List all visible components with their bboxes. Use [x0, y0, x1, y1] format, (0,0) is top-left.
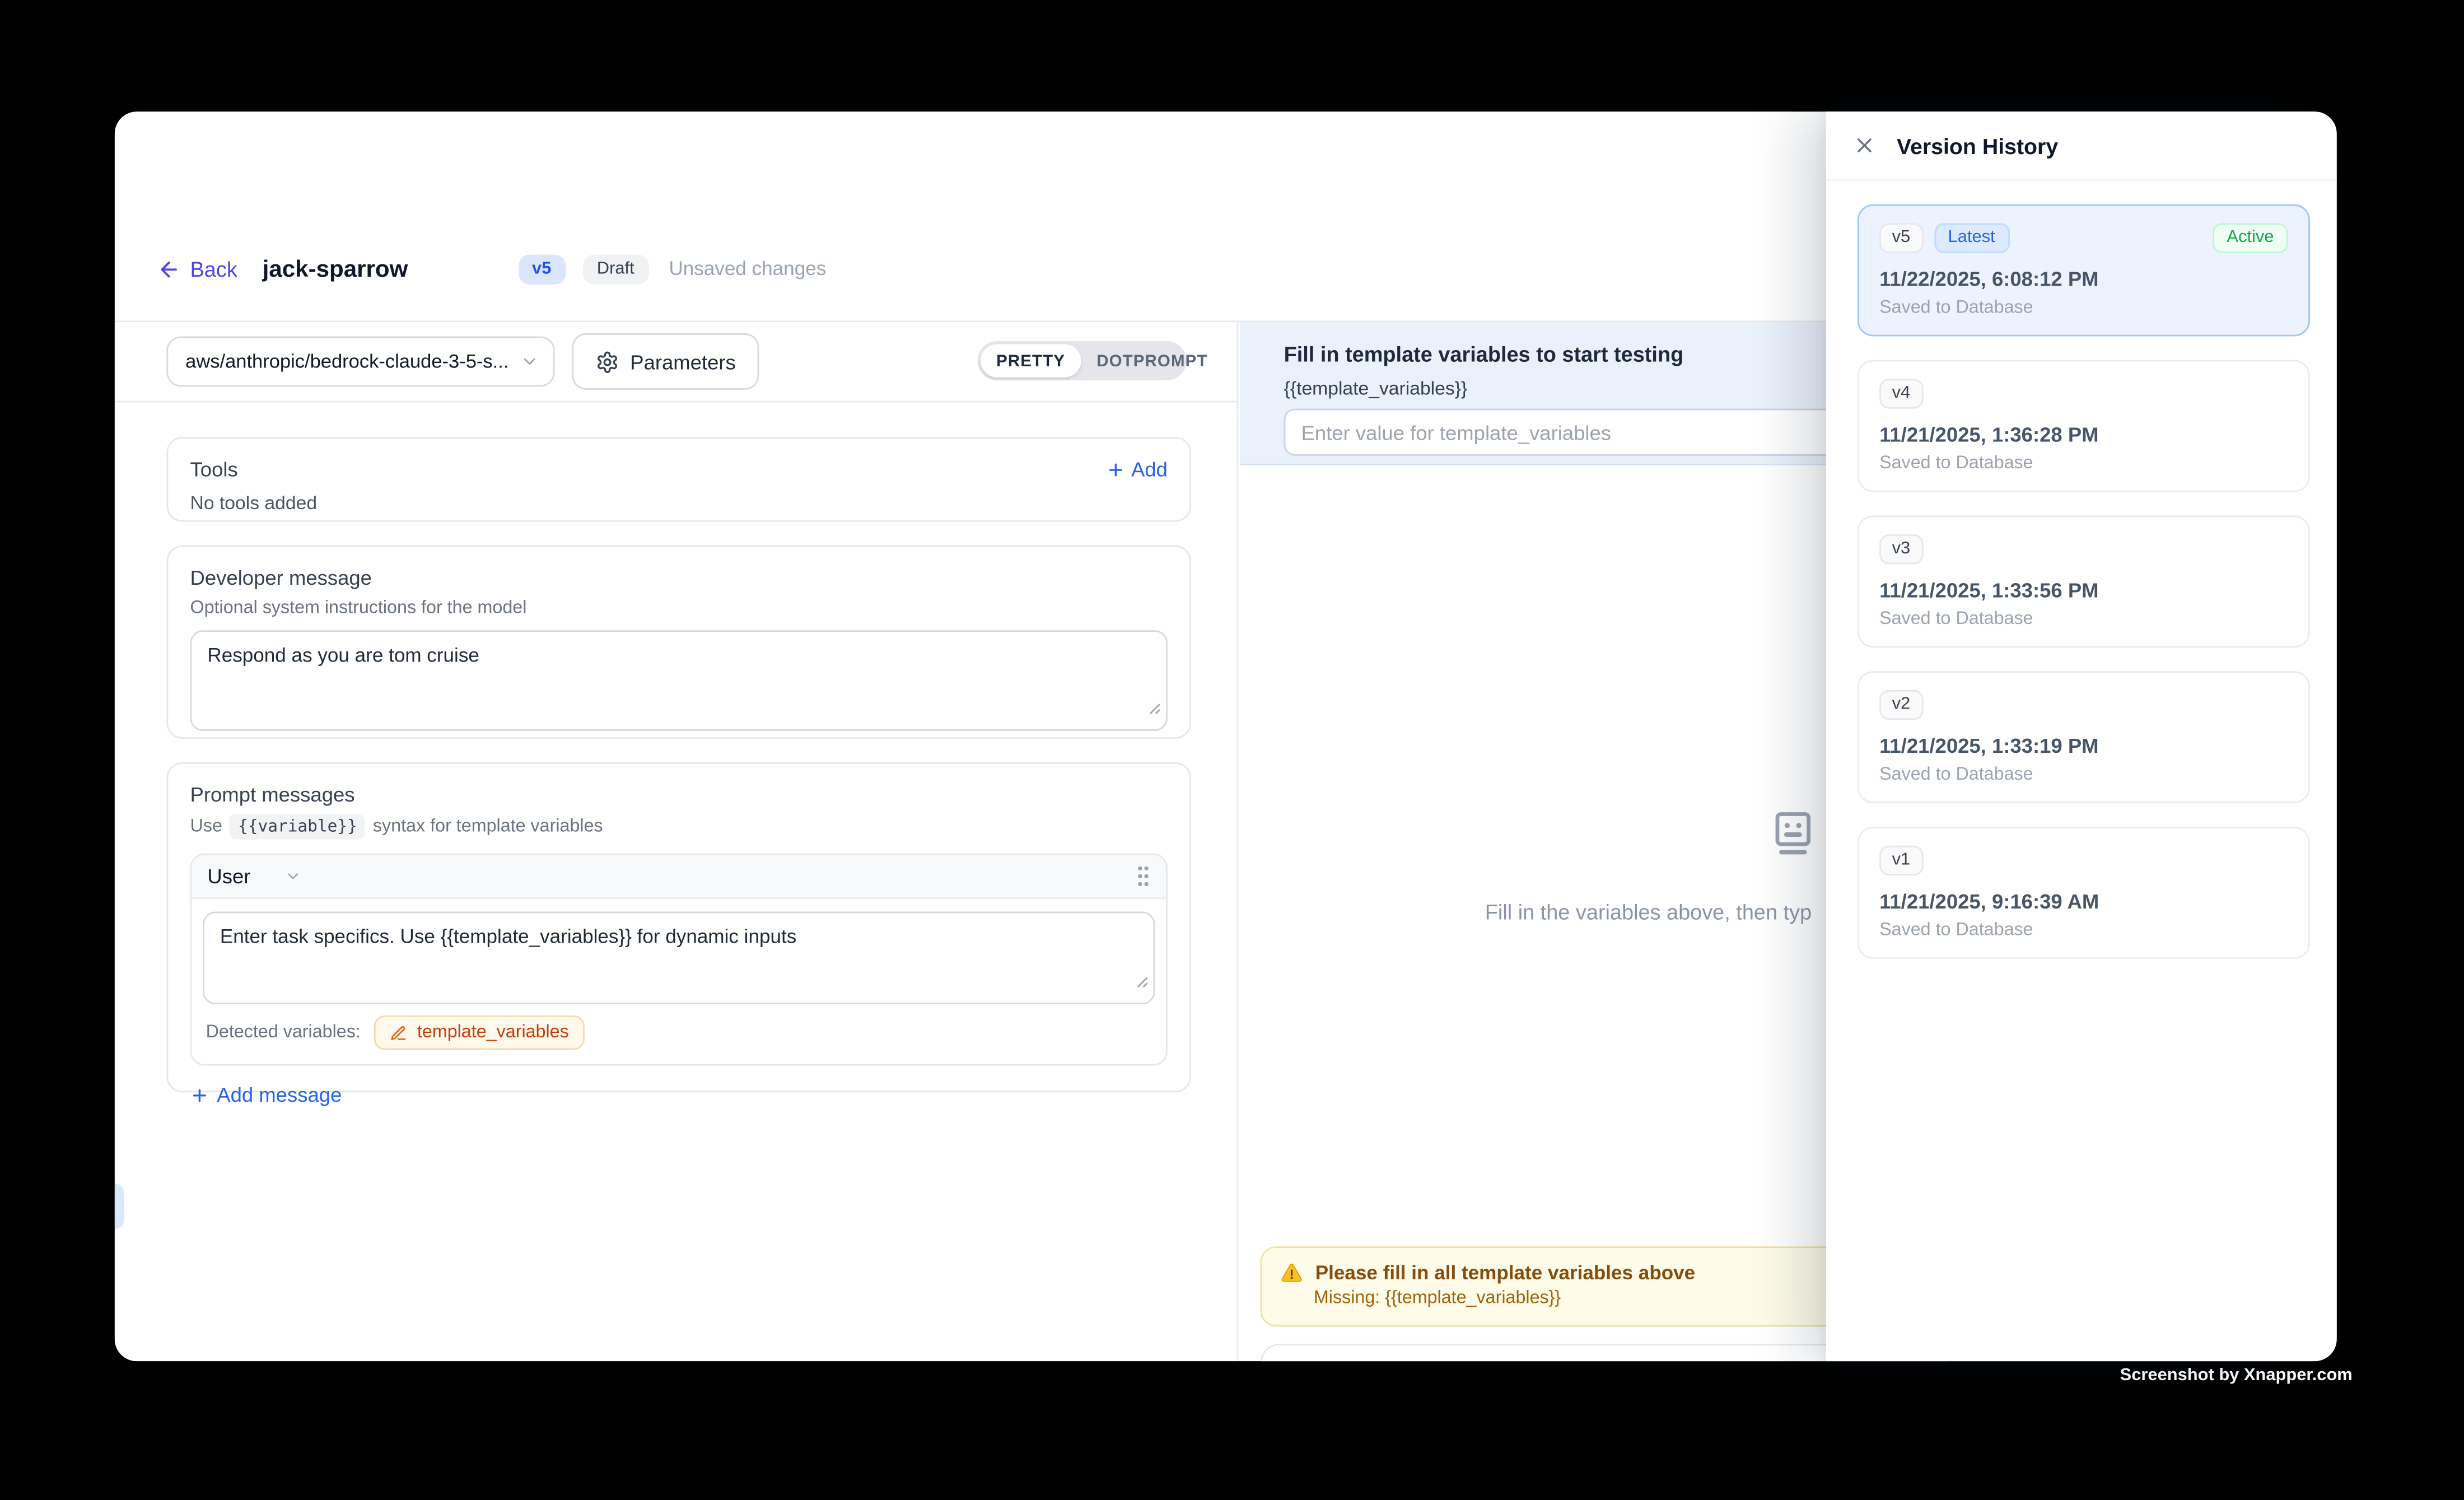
plus-icon	[190, 1086, 209, 1105]
version-badge: v5	[518, 254, 566, 283]
detected-variables-label: Detected variables:	[206, 1023, 361, 1042]
active-badge: Active	[2213, 223, 2288, 253]
status-badge: Draft	[583, 254, 648, 283]
format-toggle-pretty[interactable]: PRETTY	[981, 344, 1081, 378]
add-tool-button[interactable]: Add	[1106, 458, 1168, 481]
chevron-down-icon	[520, 352, 539, 371]
version-timestamp: 11/21/2025, 1:33:19 PM	[1879, 734, 2288, 757]
version-status: Saved to Database	[1879, 766, 2288, 785]
parameters-button[interactable]: Parameters	[572, 333, 759, 390]
empty-state-text: Fill in the variables above, then typ	[1485, 901, 1812, 924]
unsaved-changes-label: Unsaved changes	[669, 258, 826, 279]
hint-prefix: Use	[190, 817, 222, 836]
warning-title: Please fill in all template variables ab…	[1315, 1262, 1695, 1284]
arrow-left-icon	[157, 257, 181, 281]
tools-card: Tools Add No tools added	[166, 437, 1191, 522]
pencil-icon	[390, 1024, 408, 1041]
version-chip: v4	[1879, 379, 1923, 408]
gear-icon	[596, 350, 619, 373]
version-timestamp: 11/21/2025, 1:33:56 PM	[1879, 579, 2288, 602]
format-toggle-dotprompt[interactable]: DOTPROMPT	[1081, 344, 1223, 378]
parameters-label: Parameters	[630, 350, 736, 373]
version-timestamp: 11/22/2025, 6:08:12 PM	[1879, 267, 2288, 291]
version-chip: v1	[1879, 846, 1923, 875]
tools-title: Tools	[190, 458, 238, 481]
editor-pane: aws/anthropic/bedrock-claude-3-5-s... Pa…	[115, 322, 1238, 1361]
version-status: Saved to Database	[1879, 610, 2288, 629]
hint-suffix: syntax for template variables	[373, 817, 603, 836]
chevron-down-icon	[285, 868, 302, 885]
drag-handle-icon[interactable]	[1136, 864, 1150, 888]
screenshot-stage: Back jack-sparrow v5 Draft Unsaved chang…	[0, 0, 2464, 1499]
role-select[interactable]: User	[207, 864, 302, 888]
version-history-header: Version History	[1826, 111, 2337, 180]
prompt-message-header: User	[192, 855, 1166, 900]
variable-syntax-chip: {{variable}}	[230, 814, 365, 840]
template-variable-chip-label: template_variables	[417, 1023, 569, 1042]
prompt-messages-title: Prompt messages	[190, 782, 1168, 806]
version-card[interactable]: v1 11/21/2025, 9:16:39 AM Saved to Datab…	[1858, 827, 2310, 959]
version-card[interactable]: v4 11/21/2025, 1:36:28 PM Saved to Datab…	[1858, 360, 2310, 492]
version-card[interactable]: v5 Latest Active 11/22/2025, 6:08:12 PM …	[1858, 204, 2310, 337]
prompt-messages-hint: Use {{variable}} syntax for template var…	[190, 814, 1168, 840]
editor-scroll-area: Tools Add No tools added Developer messa…	[115, 402, 1237, 1361]
page-title: jack-sparrow	[263, 255, 408, 282]
version-status: Saved to Database	[1879, 921, 2288, 940]
version-chip: v3	[1879, 534, 1923, 564]
watermark: Screenshot by Xnapper.com	[2120, 1366, 2353, 1385]
version-card[interactable]: v2 11/21/2025, 1:33:19 PM Saved to Datab…	[1858, 671, 2310, 803]
format-toggle: PRETTY DOTPROMPT	[977, 341, 1186, 380]
prompt-messages-card: Prompt messages Use {{variable}} syntax …	[166, 762, 1191, 1092]
role-select-value: User	[207, 864, 250, 888]
robot-face-icon	[1766, 807, 1819, 868]
version-chip: v2	[1879, 690, 1923, 720]
latest-badge: Latest	[1934, 223, 2009, 253]
editor-toolbar: aws/anthropic/bedrock-claude-3-5-s... Pa…	[115, 322, 1237, 402]
side-peek-tab[interactable]	[115, 1184, 124, 1229]
add-tool-label: Add	[1131, 458, 1168, 481]
add-message-button[interactable]: Add message	[190, 1083, 1168, 1106]
plus-icon	[1106, 460, 1125, 479]
prompt-message-block: User Enter task specifics. Use {{templat…	[190, 854, 1168, 1066]
back-button[interactable]: Back	[157, 257, 237, 281]
close-icon[interactable]	[1852, 134, 1876, 157]
tools-empty-text: No tools added	[190, 492, 1168, 514]
model-select-value: aws/anthropic/bedrock-claude-3-5-s...	[185, 351, 520, 372]
page-header: Back jack-sparrow v5 Draft Unsaved chang…	[157, 247, 827, 291]
version-history-title: Version History	[1897, 133, 2058, 158]
version-history-panel: Version History v5 Latest Active 11/22/2…	[1826, 111, 2337, 1361]
version-status: Saved to Database	[1879, 454, 2288, 473]
version-timestamp: 11/21/2025, 1:36:28 PM	[1879, 423, 2288, 446]
version-status: Saved to Database	[1879, 299, 2288, 318]
developer-message-subtitle: Optional system instructions for the mod…	[190, 599, 1168, 618]
add-message-label: Add message	[217, 1083, 342, 1106]
back-label: Back	[190, 257, 237, 281]
developer-message-input[interactable]: Respond as you are tom cruise	[190, 630, 1168, 731]
version-timestamp: 11/21/2025, 9:16:39 AM	[1879, 889, 2288, 913]
version-card[interactable]: v3 11/21/2025, 1:33:56 PM Saved to Datab…	[1858, 515, 2310, 647]
version-list: v5 Latest Active 11/22/2025, 6:08:12 PM …	[1826, 181, 2337, 959]
model-select[interactable]: aws/anthropic/bedrock-claude-3-5-s...	[166, 337, 554, 387]
developer-message-card: Developer message Optional system instru…	[166, 546, 1191, 739]
template-variable-chip[interactable]: template_variables	[375, 1015, 585, 1050]
warning-triangle-icon	[1281, 1262, 1303, 1284]
prompt-message-input[interactable]: Enter task specifics. Use {{template_var…	[203, 912, 1155, 1005]
version-chip: v5	[1879, 223, 1923, 253]
developer-message-title: Developer message	[190, 566, 1168, 589]
detected-variables-row: Detected variables: template_variables	[192, 1004, 1166, 1064]
